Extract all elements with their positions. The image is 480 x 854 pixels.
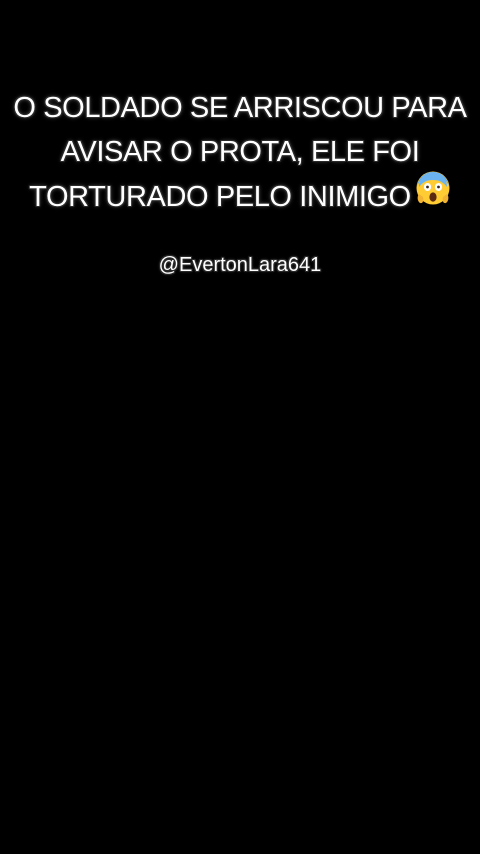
face-screaming-in-fear-icon	[415, 170, 451, 219]
video-caption: O SOLDADO SE ARRISCOU PARA AVISAR O PROT…	[0, 86, 480, 223]
caption-line-2: AVISAR O PROTA, ELE FOI	[60, 136, 420, 168]
caption-line-1: O SOLDADO SE ARRISCOU PARA	[13, 92, 467, 124]
caption-line-3-wrapper: TORTURADO PELO INIMIGO	[0, 171, 480, 223]
video-frame: O SOLDADO SE ARRISCOU PARA AVISAR O PROT…	[0, 0, 480, 854]
creator-handle: @EvertonLara641	[158, 254, 322, 276]
caption-line-3: TORTURADO PELO INIMIGO	[29, 181, 411, 214]
